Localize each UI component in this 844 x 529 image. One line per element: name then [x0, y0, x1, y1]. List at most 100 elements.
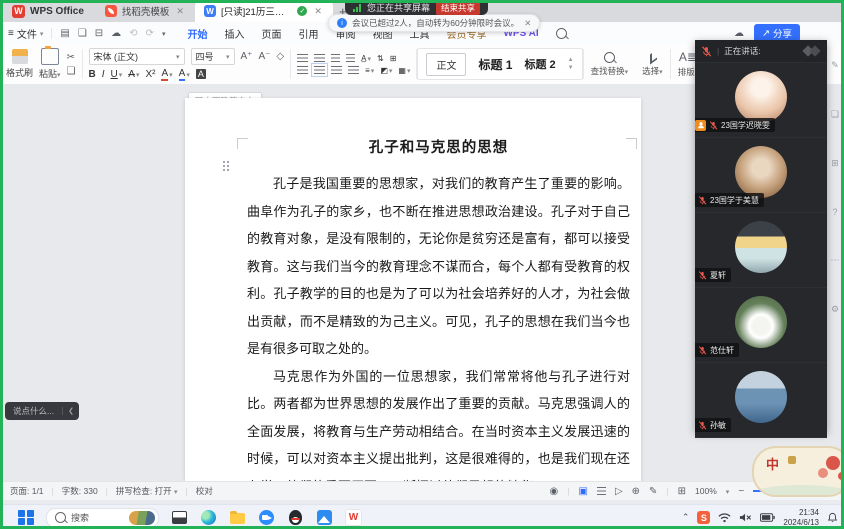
- border-icon[interactable]: ▦: [398, 66, 410, 75]
- close-icon[interactable]: ✕: [174, 6, 186, 17]
- drag-handle-icon[interactable]: [222, 160, 230, 171]
- style-gallery-scroll[interactable]: ▲▼: [568, 57, 574, 71]
- tab-reference[interactable]: 引用: [298, 26, 318, 41]
- align-right-icon[interactable]: [331, 66, 342, 74]
- word-count[interactable]: 字数: 330: [62, 485, 98, 497]
- meeting-app-icon[interactable]: [258, 509, 275, 526]
- web-layout-icon[interactable]: [632, 486, 640, 497]
- clear-format-icon[interactable]: [276, 51, 284, 62]
- decrease-indent-icon[interactable]: [331, 54, 340, 62]
- document-page[interactable]: 孔子和马克思的思想 孔子是我国重要的思想家，对我们的教育产生了重要的影响。曲阜作…: [185, 98, 641, 481]
- cut-icon[interactable]: [67, 52, 76, 63]
- battery-icon[interactable]: [760, 513, 775, 522]
- paragraph[interactable]: 孔子是我国重要的思想家，对我们的教育产生了重要的影响。曲阜作为孔子的家乡，也不断…: [247, 171, 630, 364]
- sort-icon[interactable]: ⇅: [377, 54, 384, 63]
- task-view-button[interactable]: [171, 509, 188, 526]
- hidden-icons-chevron[interactable]: ⌃: [682, 512, 690, 523]
- style-normal[interactable]: 正文: [426, 53, 466, 76]
- eye-protect-icon[interactable]: [550, 486, 559, 497]
- taskbar-search[interactable]: 搜索: [46, 508, 159, 528]
- page-view-icon[interactable]: [579, 486, 588, 497]
- print-icon[interactable]: [95, 28, 103, 39]
- style-heading1[interactable]: 标题 1: [478, 56, 512, 73]
- bullet-list-icon[interactable]: [297, 54, 308, 62]
- select-button[interactable]: 选择: [635, 44, 670, 84]
- char-shading-button[interactable]: A: [196, 69, 206, 79]
- cloud-status-icon[interactable]: [734, 27, 744, 39]
- edge-icon[interactable]: [200, 509, 217, 526]
- increase-font-icon[interactable]: [241, 51, 253, 62]
- participant-tile[interactable]: 范仕轩: [695, 288, 827, 363]
- strikethrough-button[interactable]: A: [128, 69, 139, 80]
- participant-tile[interactable]: 23国学迟晓雯: [695, 63, 827, 138]
- document-tab[interactable]: W [只读]21历三张隶孔子和马克... ✓ ✕: [195, 0, 333, 22]
- line-spacing-icon[interactable]: ≡: [365, 66, 374, 75]
- zoom-chevron-icon[interactable]: [726, 486, 730, 496]
- bold-button[interactable]: B: [89, 69, 96, 80]
- help-icon[interactable]: ?: [832, 207, 837, 217]
- export-icon[interactable]: [78, 28, 87, 39]
- end-share-button[interactable]: 结束共享: [436, 1, 480, 15]
- find-replace-button[interactable]: 查找替换: [584, 44, 636, 84]
- tab-home[interactable]: 开始: [187, 26, 207, 41]
- settings-icon[interactable]: ⚙: [831, 304, 839, 315]
- proofread-button[interactable]: 校对: [196, 485, 213, 497]
- shading-icon[interactable]: ◩: [380, 66, 392, 75]
- home-tab[interactable]: W WPS Office: [0, 0, 96, 22]
- participant-tile[interactable]: 23国学于美慧: [695, 138, 827, 213]
- underline-button[interactable]: U: [111, 69, 123, 80]
- toast-close-icon[interactable]: ✕: [524, 18, 531, 29]
- edit-icon[interactable]: ✎: [831, 60, 839, 71]
- participant-tile[interactable]: 夏轩: [695, 213, 827, 288]
- paragraph[interactable]: 马克思作为外国的一位思想家，我们常常将他与孔子进行对比。两者都为世界思想的发展作…: [247, 364, 630, 482]
- document-text[interactable]: 孔子和马克思的思想 孔子是我国重要的思想家，对我们的教育产生了重要的影响。曲阜作…: [247, 134, 630, 481]
- docer-tab[interactable]: 找稻壳模板 ✕: [96, 0, 195, 22]
- ink-icon[interactable]: [649, 486, 657, 497]
- redo-icon[interactable]: [146, 28, 154, 39]
- notification-bell-icon[interactable]: [827, 512, 838, 523]
- align-left-icon[interactable]: [297, 66, 308, 74]
- copy-icon[interactable]: [67, 66, 76, 77]
- qq-icon[interactable]: [287, 509, 304, 526]
- more-icon[interactable]: ⋯: [831, 255, 840, 266]
- undo-icon[interactable]: [129, 28, 137, 39]
- volume-muted-icon[interactable]: [739, 512, 752, 523]
- font-color-button[interactable]: A: [179, 68, 190, 81]
- paste-button[interactable]: 粘贴: [39, 48, 61, 80]
- document-title[interactable]: 孔子和马克思的思想: [247, 134, 630, 161]
- highlight-button[interactable]: A: [161, 68, 172, 81]
- superscript-button[interactable]: X²: [145, 69, 155, 80]
- italic-button[interactable]: I: [102, 69, 105, 80]
- read-mode-icon[interactable]: [615, 486, 623, 497]
- start-button[interactable]: [18, 510, 34, 526]
- close-icon[interactable]: ✕: [312, 6, 324, 17]
- zoom-level[interactable]: 100%: [695, 486, 717, 496]
- increase-indent-icon[interactable]: [346, 54, 355, 62]
- photos-app-icon[interactable]: [316, 509, 333, 526]
- style-heading2[interactable]: 标题 2: [524, 56, 555, 72]
- font-size-select[interactable]: 四号: [191, 48, 235, 65]
- file-menu[interactable]: ≡ 文件: [0, 26, 51, 41]
- comment-icon[interactable]: ❏: [831, 109, 839, 120]
- number-list-icon[interactable]: [314, 54, 325, 62]
- save-icon[interactable]: [60, 28, 69, 39]
- file-explorer-icon[interactable]: [229, 509, 246, 526]
- cloud-sync-icon[interactable]: [111, 28, 121, 39]
- search-icon[interactable]: [556, 28, 567, 39]
- zoom-out-icon[interactable]: [738, 486, 744, 497]
- meeting-chat-bubble[interactable]: 说点什么... ❮: [5, 402, 79, 420]
- decrease-font-icon[interactable]: [258, 51, 270, 62]
- text-direction-icon[interactable]: A̲: [361, 54, 371, 63]
- outline-view-icon[interactable]: [597, 487, 606, 495]
- tab-insert[interactable]: 插入: [224, 26, 244, 41]
- s-app-icon[interactable]: S: [697, 511, 710, 524]
- justify-icon[interactable]: [348, 66, 359, 74]
- collapse-icon[interactable]: ❮: [62, 407, 79, 415]
- focus-mode-icon[interactable]: [678, 486, 686, 497]
- wifi-icon[interactable]: [718, 512, 731, 523]
- wps-taskbar-icon[interactable]: W: [345, 509, 362, 526]
- participant-tile[interactable]: 孙敏: [695, 363, 827, 438]
- spellcheck-status[interactable]: 拼写检查: 打开: [116, 485, 178, 497]
- show-marks-icon[interactable]: ⊞: [390, 54, 397, 63]
- tab-page[interactable]: 页面: [261, 26, 281, 41]
